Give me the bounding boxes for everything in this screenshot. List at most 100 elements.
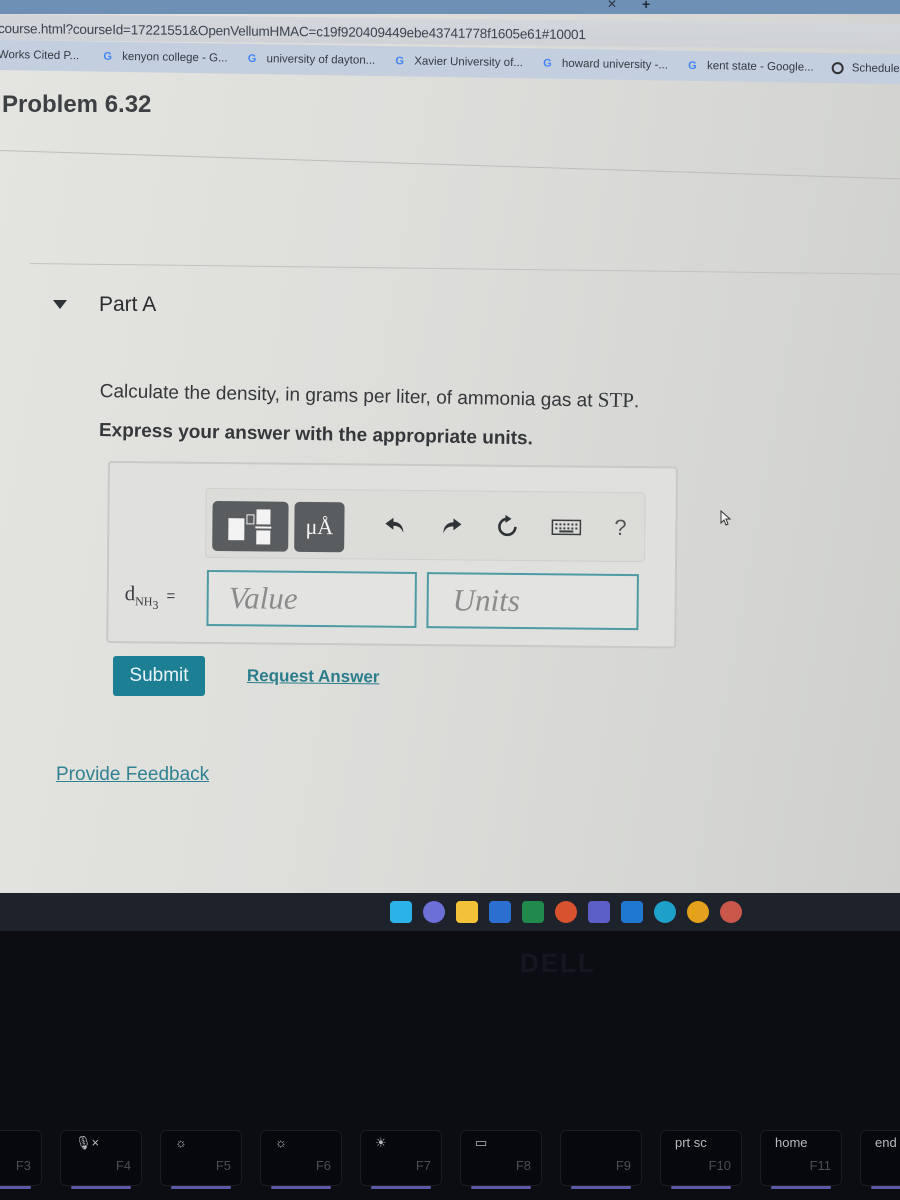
fkey-label: F8	[515, 1158, 531, 1173]
bookmark-works-cited[interactable]: Works Cited P...	[0, 49, 79, 62]
taskbar-teams-icon[interactable]	[588, 901, 610, 923]
taskbar-apps	[390, 901, 742, 923]
google-icon: G	[103, 50, 113, 63]
taskbar-edge-icon[interactable]	[654, 901, 676, 923]
mouse-cursor-icon	[720, 509, 732, 531]
key-backlight	[171, 1186, 231, 1189]
fkey-label: F10	[708, 1158, 731, 1173]
fkey-secondary-label: prt sc	[675, 1135, 707, 1150]
bookmark-dayton[interactable]: G university of dayton...	[246, 52, 376, 67]
fkey-f8[interactable]: ▭ F8	[460, 1130, 542, 1189]
fkey-f6[interactable]: ☼ F6	[260, 1130, 342, 1189]
key-backlight	[671, 1186, 731, 1189]
key-backlight	[71, 1186, 131, 1189]
fkey-secondary-label: ☼	[175, 1135, 187, 1150]
fkey-f12[interactable]: endF12	[860, 1130, 900, 1189]
taskbar-start-icon[interactable]	[390, 901, 412, 923]
tab-strip: ✕ +	[0, 0, 900, 14]
templates-button[interactable]	[212, 501, 289, 552]
taskbar-meet-icon[interactable]	[423, 901, 445, 923]
tab-close-icon[interactable]: ✕	[607, 0, 617, 11]
templates-icon	[226, 508, 274, 545]
question-block: Calculate the density, in grams per lite…	[99, 378, 640, 452]
fkey-label: F9	[615, 1158, 631, 1173]
units-input[interactable]: Units	[426, 572, 639, 631]
fkey-label: F11	[809, 1158, 831, 1173]
fkey-label: F6	[315, 1158, 331, 1173]
answer-panel: μÅ ? dNH3 = Value Units	[106, 461, 678, 649]
instruction-text: Express your answer with the appropriate…	[98, 419, 534, 450]
provide-feedback-link[interactable]: Provide Feedback	[56, 764, 209, 786]
divider	[29, 263, 900, 275]
fkey-label: F5	[215, 1158, 231, 1173]
google-icon: G	[688, 59, 697, 72]
bookmark-label: Schedule Appoi	[851, 62, 900, 76]
bookmark-kenyon[interactable]: G kenyon college - G...	[101, 50, 228, 65]
fkey-f9[interactable]: F9	[560, 1130, 642, 1189]
taskbar-chrome-icon[interactable]	[687, 901, 709, 923]
bookmark-label: kenyon college - G...	[122, 50, 228, 65]
bookmark-xavier[interactable]: G Xavier University of...	[393, 55, 523, 70]
units-button[interactable]: μÅ	[294, 501, 345, 553]
math-toolbar: μÅ ?	[205, 487, 646, 563]
fkey-secondary-label: ▭	[475, 1135, 488, 1150]
question-suffix: .	[633, 391, 640, 413]
part-label[interactable]: Part A	[99, 293, 156, 317]
request-answer-link[interactable]: Request Answer	[247, 666, 380, 687]
function-key-row: F3 🎙× F4 ☼ F5 ☼ F6 ☀ F7 ▭ F8 F9 prt scF10 homeF11 endF…	[0, 1124, 900, 1200]
taskbar-excel-icon[interactable]	[522, 901, 544, 923]
help-button[interactable]: ?	[610, 513, 630, 543]
submit-button[interactable]: Submit	[113, 656, 205, 696]
fkey-f10[interactable]: prt sc F10	[660, 1130, 742, 1189]
fkey-secondary-label: 🎙×	[75, 1135, 100, 1150]
taskbar-outlook-icon[interactable]	[621, 901, 643, 923]
question-prefix: Calculate the density, in grams per lite…	[99, 380, 598, 412]
fkey-secondary-label: ☼	[275, 1135, 287, 1150]
fkey-f5[interactable]: ☼ F5	[160, 1130, 242, 1189]
fkey-label: F4	[115, 1158, 131, 1173]
fkey-f3[interactable]: F3	[0, 1130, 42, 1189]
fkey-secondary-label: ☀	[375, 1135, 387, 1150]
bookmark-kent-state[interactable]: G kent state - Google...	[686, 59, 814, 74]
variable-subscript: NH	[135, 594, 153, 609]
undo-icon[interactable]	[382, 511, 408, 541]
key-backlight	[471, 1186, 531, 1189]
taskbar-powerpoint-icon[interactable]	[555, 901, 577, 923]
value-input[interactable]: Value	[206, 569, 417, 628]
problem-title: Problem 6.32	[2, 91, 152, 118]
key-backlight	[0, 1186, 31, 1189]
new-tab-icon[interactable]: +	[642, 0, 650, 12]
fkey-f7[interactable]: ☀ F7	[360, 1130, 442, 1189]
divider	[0, 150, 900, 180]
redo-icon[interactable]	[438, 511, 464, 541]
question-term: STP	[597, 387, 635, 413]
variable-symbol: d	[124, 581, 136, 606]
browser-screen: ✕ + course.html?courseId=17221551&OpenVe…	[0, 0, 900, 895]
schedule-icon	[831, 62, 844, 75]
key-backlight	[871, 1186, 900, 1189]
key-backlight	[271, 1186, 331, 1189]
fkey-f4[interactable]: 🎙× F4	[60, 1130, 142, 1189]
url-text[interactable]: course.html?courseId=17221551&OpenVellum…	[0, 21, 586, 42]
bookmark-label: kent state - Google...	[706, 60, 814, 74]
brand-logo: DELL	[520, 948, 596, 978]
bookmark-howard[interactable]: G howard university -...	[541, 57, 668, 72]
reset-icon[interactable]	[494, 512, 520, 542]
fkey-f11[interactable]: home F11	[760, 1130, 842, 1189]
bookmark-label: Xavier University of...	[414, 55, 523, 70]
fkey-label: F3	[15, 1158, 31, 1173]
bookmark-label: Works Cited P...	[0, 48, 80, 63]
keyboard-icon[interactable]	[550, 512, 582, 542]
question-text: Calculate the density, in grams per lite…	[100, 378, 640, 413]
taskbar-chrome-profile-icon[interactable]	[720, 901, 742, 923]
bookmark-schedule[interactable]: Schedule Appoi	[831, 62, 900, 76]
collapse-triangle-icon[interactable]	[53, 300, 67, 309]
key-backlight	[371, 1186, 431, 1189]
google-icon: G	[543, 57, 552, 70]
equals-sign: =	[166, 587, 176, 605]
taskbar-word-icon[interactable]	[489, 901, 511, 923]
google-icon: G	[395, 55, 405, 68]
taskbar-file-explorer-icon[interactable]	[456, 901, 478, 923]
variable-subscript-index: 3	[152, 598, 159, 613]
fkey-label: F7	[415, 1158, 431, 1173]
